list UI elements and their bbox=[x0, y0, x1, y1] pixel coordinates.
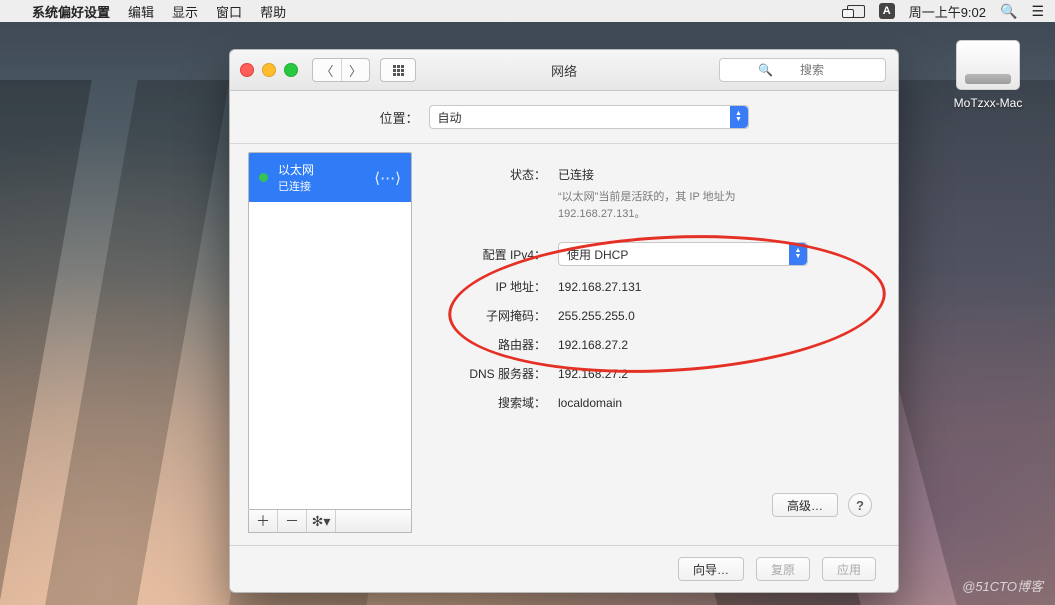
search-field[interactable]: 🔍 bbox=[719, 58, 886, 82]
search-input[interactable] bbox=[798, 62, 882, 78]
location-select[interactable]: 自动 ▲▼ bbox=[429, 105, 749, 129]
service-list-footer: ＋ － ✻▾ bbox=[248, 510, 412, 533]
grid-icon bbox=[393, 65, 404, 76]
close-button[interactable] bbox=[240, 63, 254, 77]
menubar-item-window[interactable]: 窗口 bbox=[216, 2, 242, 21]
config-ipv4-value: 使用 DHCP bbox=[567, 246, 628, 263]
search-domain-label: 搜索域： bbox=[438, 394, 546, 411]
show-all-button[interactable] bbox=[380, 58, 416, 82]
window-footer: 向导… 复原 应用 bbox=[230, 545, 898, 592]
apply-button[interactable]: 应用 bbox=[822, 557, 876, 581]
spotlight-icon[interactable]: 🔍 bbox=[1000, 3, 1017, 20]
notification-center-icon[interactable]: ☰ bbox=[1031, 3, 1043, 20]
ethernet-icon: ⟨⋯⟩ bbox=[374, 169, 401, 187]
drive-label: MoTzxx-Mac bbox=[949, 96, 1027, 110]
preferences-window: 〈 〉 网络 🔍 位置： 自动 ▲▼ bbox=[229, 49, 899, 593]
status-value: 已连接 bbox=[558, 166, 594, 183]
watermark: @51CTO博客 bbox=[962, 576, 1043, 595]
ip-address-value: 192.168.27.131 bbox=[558, 280, 641, 294]
dns-server-value[interactable]: 192.168.27.2 bbox=[558, 367, 628, 381]
input-source-icon[interactable]: A bbox=[879, 3, 895, 19]
chevron-updown-icon: ▲▼ bbox=[789, 243, 807, 265]
detail-pane: 状态： 已连接 “以太网”当前是活跃的，其 IP 地址为 192.168.27.… bbox=[430, 152, 880, 533]
ip-address-label: IP 地址： bbox=[438, 278, 546, 295]
service-actions-button[interactable]: ✻▾ bbox=[307, 510, 336, 532]
subnet-mask-value: 255.255.255.0 bbox=[558, 309, 635, 323]
config-ipv4-label: 配置 IPv4： bbox=[438, 246, 546, 263]
config-ipv4-select[interactable]: 使用 DHCP ▲▼ bbox=[558, 242, 808, 266]
search-icon: 🔍 bbox=[758, 63, 773, 77]
screen-mirroring-icon[interactable] bbox=[847, 5, 865, 18]
restore-button[interactable]: 复原 bbox=[756, 557, 810, 581]
menubar-item-view[interactable]: 显示 bbox=[172, 2, 198, 21]
zoom-button[interactable] bbox=[284, 63, 298, 77]
status-dot-icon bbox=[259, 173, 268, 182]
nav-segment: 〈 〉 bbox=[312, 58, 370, 82]
wizard-button[interactable]: 向导… bbox=[678, 557, 744, 581]
chevron-updown-icon: ▲▼ bbox=[730, 106, 748, 128]
location-value: 自动 bbox=[438, 109, 462, 126]
remove-service-button[interactable]: － bbox=[278, 510, 307, 532]
service-item-ethernet[interactable]: 以太网 已连接 ⟨⋯⟩ bbox=[249, 153, 411, 202]
status-note: “以太网”当前是活跃的，其 IP 地址为 192.168.27.131。 bbox=[558, 189, 818, 222]
dns-server-label: DNS 服务器： bbox=[438, 365, 546, 382]
location-row: 位置： 自动 ▲▼ bbox=[230, 91, 898, 144]
router-label: 路由器： bbox=[438, 336, 546, 353]
add-service-button[interactable]: ＋ bbox=[249, 510, 278, 532]
status-label: 状态： bbox=[438, 166, 546, 183]
menubar-item-help[interactable]: 帮助 bbox=[260, 2, 286, 21]
location-label: 位置： bbox=[379, 108, 418, 127]
advanced-button[interactable]: 高级… bbox=[772, 493, 838, 517]
forward-button[interactable]: 〉 bbox=[341, 59, 369, 81]
desktop: 系统偏好设置 编辑 显示 窗口 帮助 A 周一上午9:02 🔍 ☰ MoTzxx… bbox=[0, 0, 1055, 605]
menubar-app-name[interactable]: 系统偏好设置 bbox=[32, 2, 110, 21]
subnet-mask-label: 子网掩码： bbox=[438, 307, 546, 324]
menubar-clock[interactable]: 周一上午9:02 bbox=[909, 2, 986, 21]
search-domain-value[interactable]: localdomain bbox=[558, 396, 622, 410]
minimize-button[interactable] bbox=[262, 63, 276, 77]
menubar-item-edit[interactable]: 编辑 bbox=[128, 2, 154, 21]
desktop-drive[interactable]: MoTzxx-Mac bbox=[949, 40, 1027, 110]
back-button[interactable]: 〈 bbox=[313, 59, 341, 81]
menubar: 系统偏好设置 编辑 显示 窗口 帮助 A 周一上午9:02 🔍 ☰ bbox=[0, 0, 1055, 22]
drive-icon bbox=[956, 40, 1020, 90]
service-sidebar: 以太网 已连接 ⟨⋯⟩ ＋ － ✻▾ bbox=[248, 152, 412, 533]
router-value: 192.168.27.2 bbox=[558, 338, 628, 352]
help-button[interactable]: ? bbox=[848, 493, 872, 517]
window-controls bbox=[240, 63, 298, 77]
service-name: 以太网 bbox=[278, 161, 314, 178]
titlebar[interactable]: 〈 〉 网络 🔍 bbox=[230, 50, 898, 91]
service-list[interactable]: 以太网 已连接 ⟨⋯⟩ bbox=[248, 152, 412, 510]
service-status: 已连接 bbox=[278, 178, 314, 194]
